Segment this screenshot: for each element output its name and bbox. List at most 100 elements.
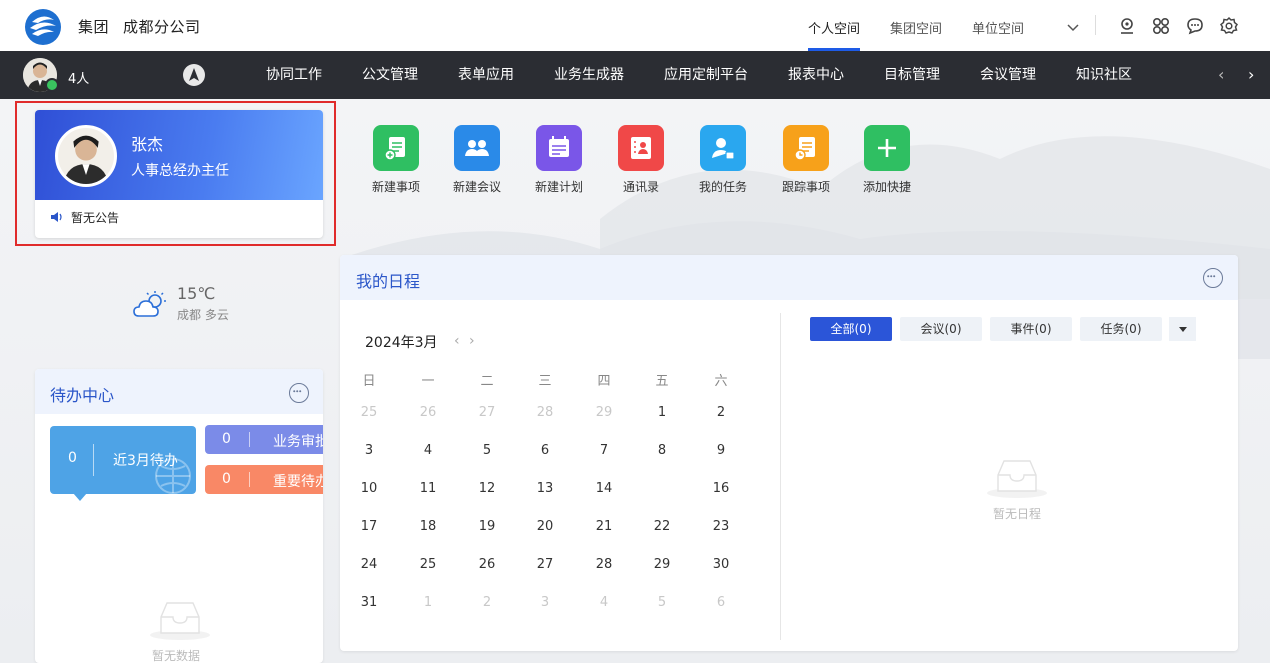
- tab-unit-space[interactable]: 单位空间: [972, 0, 1024, 51]
- new-plan-icon: [536, 125, 582, 171]
- apps-icon[interactable]: [1151, 16, 1171, 36]
- calendar-day[interactable]: 12: [472, 475, 502, 503]
- nav-next-icon[interactable]: ›: [1248, 65, 1254, 84]
- calendar-day[interactable]: 17: [354, 513, 384, 541]
- nav-item-goals[interactable]: 目标管理: [864, 51, 960, 99]
- calendar-day[interactable]: 23: [706, 513, 736, 541]
- notice-text[interactable]: 暂无公告: [71, 209, 119, 226]
- calendar-day[interactable]: 2: [706, 399, 736, 427]
- calendar-day[interactable]: 22: [647, 513, 677, 541]
- divider: [93, 444, 94, 476]
- calendar-day[interactable]: 14: [589, 475, 619, 503]
- location-icon[interactable]: [1117, 16, 1137, 36]
- calendar-day[interactable]: 28: [589, 551, 619, 579]
- calendar-day[interactable]: 29: [589, 399, 619, 427]
- calendar-day[interactable]: 25: [354, 399, 384, 427]
- online-count[interactable]: 4人: [68, 68, 89, 87]
- compass-icon[interactable]: [183, 64, 205, 86]
- schedule-more-button[interactable]: [1203, 268, 1223, 288]
- tracking-icon: [783, 125, 829, 171]
- calendar-day[interactable]: 28: [530, 399, 560, 427]
- calendar-day[interactable]: 1: [413, 589, 443, 617]
- profile-name: 张杰: [131, 135, 164, 154]
- nav-item-forms[interactable]: 表单应用: [438, 51, 534, 99]
- calendar-day[interactable]: 4: [413, 437, 443, 465]
- calendar-day[interactable]: 20: [530, 513, 560, 541]
- nav-item-collaboration[interactable]: 协同工作: [246, 51, 342, 99]
- quick-action-new-meeting[interactable]: 新建会议: [447, 125, 507, 195]
- chevron-down-icon[interactable]: [1066, 20, 1080, 34]
- nav-item-reports[interactable]: 报表中心: [768, 51, 864, 99]
- filter-meeting-button[interactable]: 会议(0): [900, 317, 982, 341]
- todo-business-approval[interactable]: 0 业务审批: [205, 425, 323, 454]
- calendar-day[interactable]: 3: [354, 437, 384, 465]
- tab-personal-space[interactable]: 个人空间: [808, 0, 861, 51]
- calendar-day[interactable]: 26: [413, 399, 443, 427]
- calendar-day[interactable]: 30: [706, 551, 736, 579]
- todo-important[interactable]: 0 重要待办: [205, 465, 323, 494]
- calendar-day[interactable]: 9: [706, 437, 736, 465]
- nav-item-knowledge[interactable]: 知识社区: [1056, 51, 1152, 99]
- quick-action-label: 新建事项: [371, 180, 420, 194]
- calendar-weekday: 三: [538, 374, 552, 389]
- calendar-day[interactable]: 29: [647, 551, 677, 579]
- calendar-day[interactable]: 21: [589, 513, 619, 541]
- filter-event-button[interactable]: 事件(0): [990, 317, 1072, 341]
- calendar-day[interactable]: 1: [647, 399, 677, 427]
- filter-task-button[interactable]: 任务(0): [1080, 317, 1162, 341]
- calendar-next-icon[interactable]: ›: [469, 333, 475, 349]
- calendar-day[interactable]: 10: [354, 475, 384, 503]
- speaker-icon: [51, 212, 62, 222]
- quick-action-tracking[interactable]: 跟踪事项: [776, 125, 836, 195]
- calendar-day[interactable]: 4: [589, 589, 619, 617]
- calendar-day[interactable]: 2: [472, 589, 502, 617]
- quick-action-label: 通讯录: [622, 180, 659, 194]
- calendar-day[interactable]: 3: [530, 589, 560, 617]
- nav-prev-icon[interactable]: ‹: [1218, 65, 1224, 84]
- quick-action-new-plan[interactable]: 新建计划: [529, 125, 589, 195]
- quick-action-contacts[interactable]: 通讯录: [611, 125, 671, 195]
- todo-more-button[interactable]: [289, 383, 309, 403]
- nav-item-documents[interactable]: 公文管理: [342, 51, 438, 99]
- calendar-day[interactable]: 7: [589, 437, 619, 465]
- nav-item-app-platform[interactable]: 应用定制平台: [644, 51, 768, 99]
- quick-action-new-item[interactable]: 新建事项: [366, 125, 426, 195]
- nav-item-meetings[interactable]: 会议管理: [960, 51, 1056, 99]
- calendar-day[interactable]: 19: [472, 513, 502, 541]
- calendar-day[interactable]: 25: [413, 551, 443, 579]
- calendar-today[interactable]: 今: [647, 475, 677, 503]
- quick-action-label: 我的任务: [698, 180, 747, 194]
- calendar-weekday: 六: [714, 374, 728, 389]
- calendar-day[interactable]: 8: [647, 437, 677, 465]
- todo-count: 0: [68, 450, 77, 466]
- tab-group-space[interactable]: 集团空间: [890, 0, 942, 51]
- calendar-prev-icon[interactable]: ‹: [454, 333, 460, 349]
- calendar-day[interactable]: 27: [530, 551, 560, 579]
- calendar-day[interactable]: 5: [472, 437, 502, 465]
- company-group: 集团: [78, 18, 110, 36]
- quick-action-my-tasks[interactable]: 我的任务: [693, 125, 753, 195]
- calendar-weekday: 一: [421, 374, 435, 389]
- calendar-day[interactable]: 16: [706, 475, 736, 503]
- filter-dropdown-button[interactable]: [1169, 317, 1196, 341]
- quick-action-add-shortcut[interactable]: 添加快捷: [857, 125, 917, 195]
- filter-all-button[interactable]: 全部(0): [810, 317, 892, 341]
- calendar-day[interactable]: 6: [706, 589, 736, 617]
- calendar-day[interactable]: 11: [413, 475, 443, 503]
- calendar-day[interactable]: 18: [413, 513, 443, 541]
- calendar-day[interactable]: 6: [530, 437, 560, 465]
- calendar-day[interactable]: 24: [354, 551, 384, 579]
- weather-temperature: 15℃: [177, 284, 216, 303]
- chat-icon[interactable]: [1185, 16, 1205, 36]
- company-logo[interactable]: [24, 8, 62, 46]
- calendar-day[interactable]: 27: [472, 399, 502, 427]
- calendar-day[interactable]: 5: [647, 589, 677, 617]
- todo-recent-3-months[interactable]: 0 近3月待办: [50, 426, 196, 494]
- calendar-day[interactable]: 31: [354, 589, 384, 617]
- calendar-day[interactable]: 26: [472, 551, 502, 579]
- profile-avatar[interactable]: [55, 125, 117, 187]
- calendar-day[interactable]: 13: [530, 475, 560, 503]
- nav-item-business-generator[interactable]: 业务生成器: [534, 51, 644, 99]
- settings-icon[interactable]: [1219, 16, 1239, 36]
- plus-icon: [864, 125, 910, 171]
